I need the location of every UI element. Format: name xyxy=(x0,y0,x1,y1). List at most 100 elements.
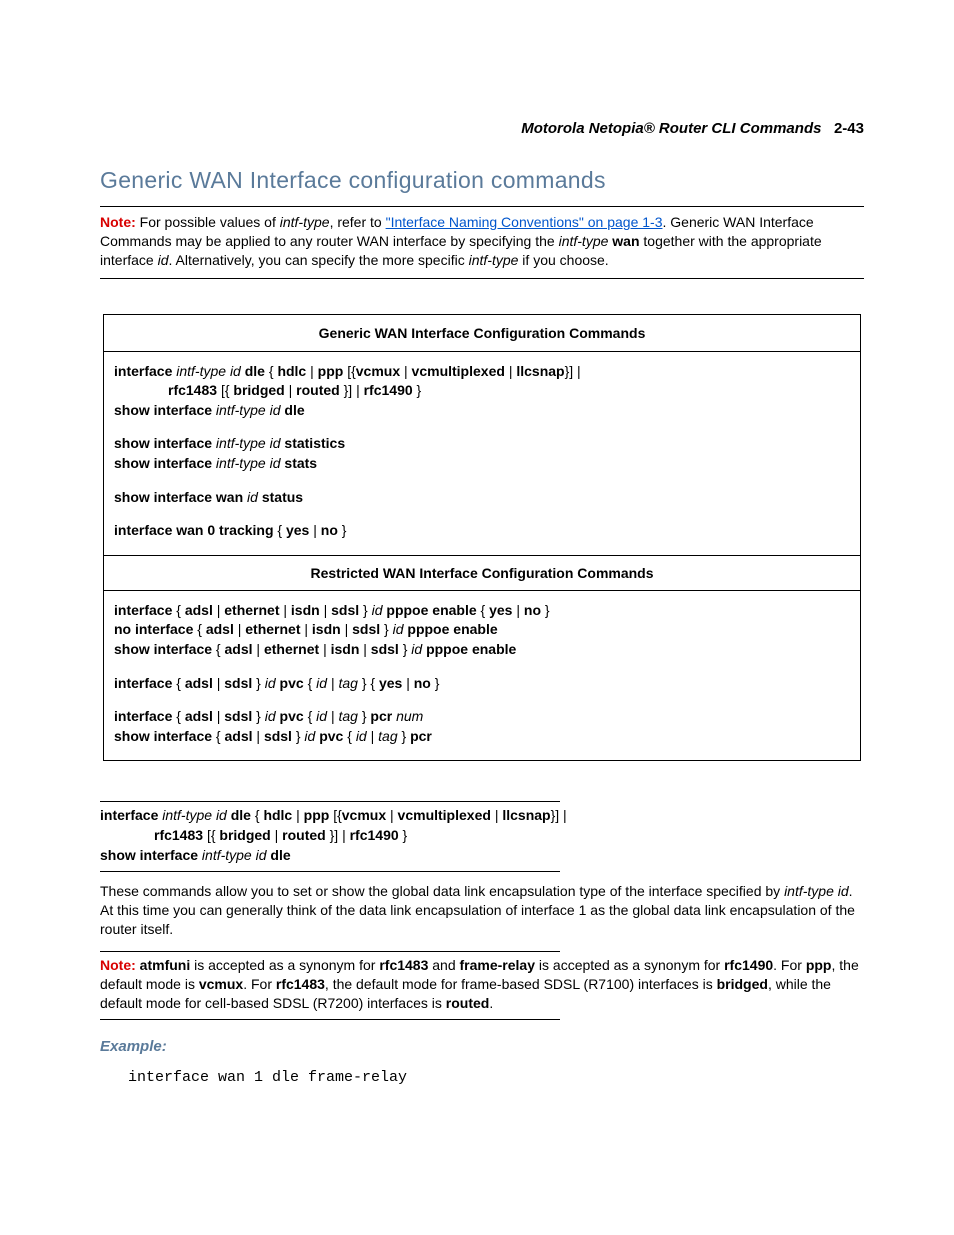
cmd-kw: routed xyxy=(296,382,343,398)
cmd-kw: routed xyxy=(282,827,329,843)
divider xyxy=(100,871,560,872)
cmd-group: interface { adsl | sdsl } id pvc { id | … xyxy=(114,707,850,746)
cmd-param: tag xyxy=(378,728,401,744)
cmd-kw: show interface wan xyxy=(114,489,247,505)
cmd-kw: llcsnap xyxy=(516,363,564,379)
cmd-kw: no xyxy=(321,522,342,538)
cmd-kw: interface wan 0 tracking xyxy=(114,522,277,538)
cmd-param: intf-type id xyxy=(202,847,270,863)
cmd-kw: pvc xyxy=(280,675,308,691)
note-text: is accepted as a synonym for xyxy=(535,957,724,973)
cmd-kw: pcr xyxy=(410,728,432,744)
note-bold: ppp xyxy=(806,957,832,973)
page-number: 2-43 xyxy=(834,120,864,137)
cmd-sym: | xyxy=(516,602,524,618)
note-text: . For xyxy=(773,957,806,973)
cmd-line: interface { adsl | sdsl } id pvc { id | … xyxy=(114,707,850,727)
cmd-sym: | xyxy=(283,602,291,618)
cmd-kw: isdn xyxy=(331,641,364,657)
cmd-kw: ethernet xyxy=(264,641,323,657)
cmd-kw: interface xyxy=(114,363,176,379)
divider xyxy=(100,951,560,952)
cmd-sym: }] | xyxy=(565,363,581,379)
cmd-kw: interface xyxy=(114,675,176,691)
cmd-kw: dle xyxy=(284,402,304,418)
cmd-sym: } xyxy=(417,382,422,398)
example-code: interface wan 1 dle frame-relay xyxy=(128,1069,864,1086)
cmd-sym: { xyxy=(176,602,185,618)
cmd-kw: show interface xyxy=(100,847,202,863)
cmd-line: rfc1483 [{ bridged | routed }] | rfc1490… xyxy=(100,826,864,846)
example-label: Example: xyxy=(100,1038,864,1055)
cmd-kw: stats xyxy=(284,455,317,471)
cmd-line: show interface intf-type id dle xyxy=(114,401,850,421)
note-bold: vcmux xyxy=(199,976,243,992)
note-label: Note: xyxy=(100,214,136,230)
cmd-kw: show interface xyxy=(114,435,216,451)
cmd-sym: } xyxy=(435,675,440,691)
cmd-kw: vcmultiplexed xyxy=(412,363,509,379)
section-title: Generic WAN Interface configuration comm… xyxy=(100,167,864,194)
cmd-param: intf-type id xyxy=(176,363,244,379)
cmd-sym: [{ xyxy=(221,382,233,398)
syntax-block: interface intf-type id dle { hdlc | ppp … xyxy=(100,806,864,865)
note-bold: bridged xyxy=(717,976,768,992)
divider xyxy=(100,1019,560,1020)
cmd-sym: } xyxy=(256,708,265,724)
cmd-kw: rfc1490 xyxy=(364,382,417,398)
page-content: Motorola Netopia® Router CLI Commands 2-… xyxy=(0,0,954,1146)
cmd-kw: adsl xyxy=(185,602,217,618)
cmd-kw: rfc1490 xyxy=(350,827,403,843)
table-header-generic: Generic WAN Interface Configuration Comm… xyxy=(104,315,860,352)
cmd-param: id xyxy=(316,675,331,691)
cmd-kw: vcmux xyxy=(356,363,404,379)
cmd-kw: isdn xyxy=(291,602,324,618)
cmd-sym: } xyxy=(545,602,550,618)
cmd-sym: } xyxy=(403,827,408,843)
cmd-group: interface wan 0 tracking { yes | no } xyxy=(114,521,850,541)
cmd-param: id xyxy=(247,489,262,505)
cmd-kw: pvc xyxy=(319,728,347,744)
cmd-kw: adsl xyxy=(225,641,257,657)
cmd-kw: dle xyxy=(245,363,269,379)
cmd-param: intf-type id xyxy=(216,402,284,418)
cmd-kw: rfc1483 xyxy=(154,827,207,843)
cmd-kw: statistics xyxy=(284,435,345,451)
cmd-sym: [{ xyxy=(207,827,219,843)
cmd-line: show interface { adsl | ethernet | isdn … xyxy=(114,640,850,660)
cmd-sym: { xyxy=(216,641,225,657)
note-text: . For xyxy=(243,976,276,992)
cmd-kw: sdsl xyxy=(331,602,363,618)
cmd-kw: rfc1483 xyxy=(168,382,221,398)
cmd-param: intf-type id xyxy=(216,455,284,471)
table-header-restricted: Restricted WAN Interface Configuration C… xyxy=(104,555,860,591)
cmd-kw: isdn xyxy=(312,621,345,637)
cmd-kw: adsl xyxy=(185,675,217,691)
cmd-kw: adsl xyxy=(206,621,238,637)
cmd-sym: | xyxy=(323,641,331,657)
cmd-kw: dle xyxy=(231,807,255,823)
note-text: , refer to xyxy=(330,214,386,230)
cmd-kw: adsl xyxy=(225,728,257,744)
note-block-2: Note: atmfuni is accepted as a synonym f… xyxy=(100,956,864,1013)
interface-naming-link[interactable]: "Interface Naming Conventions" on page 1… xyxy=(386,214,663,230)
cmd-kw: bridged xyxy=(219,827,274,843)
note-bold: atmfuni xyxy=(140,957,191,973)
cmd-sym: } xyxy=(402,728,411,744)
cmd-group: interface { adsl | ethernet | isdn | sds… xyxy=(114,601,850,660)
cmd-param: num xyxy=(396,708,423,724)
cmd-group: show interface intf-type id statistics s… xyxy=(114,434,850,473)
cmd-kw: interface xyxy=(114,708,176,724)
note-bold: rfc1483 xyxy=(276,976,325,992)
cmd-kw: hdlc xyxy=(277,363,310,379)
note-italic: intf-type xyxy=(559,233,609,249)
cmd-kw: sdsl xyxy=(224,708,256,724)
divider xyxy=(100,801,560,802)
note-text: . Alternatively, you can specify the mor… xyxy=(169,252,469,268)
cmd-param: id xyxy=(304,728,319,744)
cmd-sym: | xyxy=(371,728,379,744)
cmd-line: rfc1483 [{ bridged | routed }] | rfc1490… xyxy=(114,381,850,401)
cmd-kw: adsl xyxy=(185,708,217,724)
cmd-kw: interface xyxy=(114,602,176,618)
cmd-sym: { xyxy=(308,708,317,724)
